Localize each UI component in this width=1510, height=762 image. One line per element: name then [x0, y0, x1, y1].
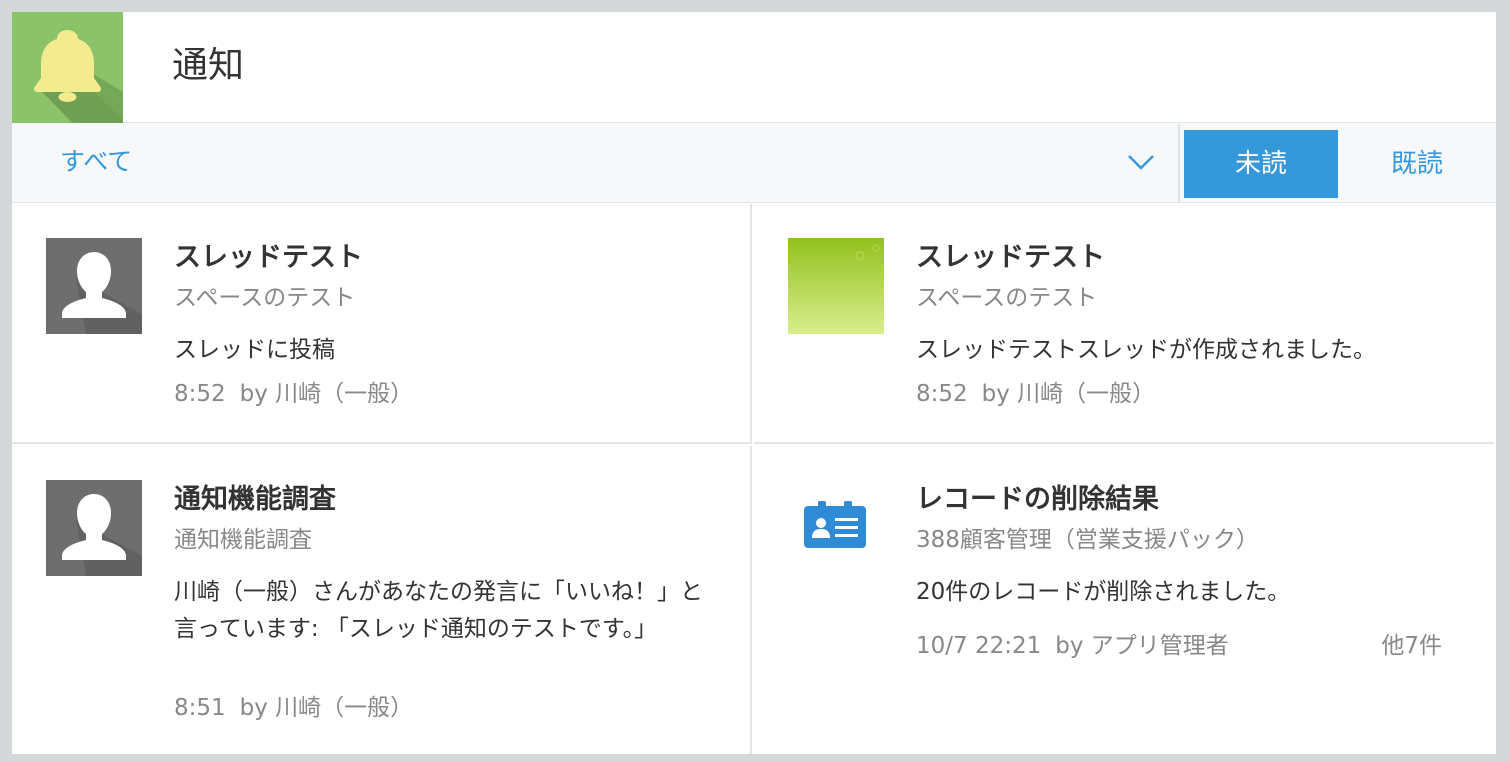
notification-space: スペースのテスト	[174, 285, 356, 311]
notification-title: スレッドテスト	[174, 242, 363, 273]
notification-space: スペースのテスト	[916, 285, 1098, 311]
tab-unread[interactable]: 未読	[1184, 130, 1338, 198]
notification-author: by 川崎（一般）	[239, 695, 414, 721]
notification-space: 通知機能調査	[174, 527, 312, 553]
filter-bar: すべて 未読 既読	[12, 123, 1496, 203]
user-silhouette-icon	[46, 238, 142, 334]
notification-space: 388顧客管理（営業支援パック）	[916, 527, 1259, 553]
notification-author: by 川崎（一般）	[981, 381, 1156, 407]
user-silhouette-icon	[46, 480, 142, 576]
notification-meta: 8:51 by 川崎（一般）	[174, 692, 413, 724]
notification-title: レコードの削除結果	[916, 484, 1159, 515]
notification-message: スレッドテストスレッドが作成されました。	[916, 337, 1376, 363]
notification-meta: 8:52 by 川崎（一般）	[916, 378, 1155, 410]
notification-meta: 8:52 by 川崎（一般）	[174, 378, 413, 410]
notification-item[interactable]: スレッドテスト スペースのテスト スレッドに投稿 8:52 by 川崎（一般）	[12, 204, 752, 444]
more-count-badge[interactable]: 他7件	[1381, 630, 1442, 662]
notification-item[interactable]: スレッドテスト スペースのテスト スレッドテストスレッドが作成されました。 8:…	[754, 204, 1494, 444]
notification-time: 8:51	[174, 695, 226, 721]
chevron-down-icon	[1128, 155, 1154, 170]
notification-header: 通知	[12, 12, 1496, 123]
contact-card-icon	[788, 480, 884, 576]
filter-divider	[1178, 123, 1180, 202]
notification-meta: 10/7 22:21 by アプリ管理者	[916, 630, 1229, 662]
notification-item[interactable]: 通知機能調査 通知機能調査 川崎（一般）さんがあなたの発言に「いいね！」と言って…	[12, 446, 752, 754]
notification-message: 川崎（一般）さんがあなたの発言に「いいね！」と言っています: 「スレッド通知のテ…	[174, 579, 703, 642]
filter-dropdown[interactable]: すべて	[12, 123, 1178, 202]
notification-title: スレッドテスト	[916, 242, 1105, 273]
notification-message: スレッドに投稿	[174, 337, 335, 363]
notification-panel: 通知 すべて 未読 既読 スレッドテスト スペースのテスト スレッドに投稿 8:…	[12, 12, 1496, 754]
filter-selected-label: すべて	[60, 147, 133, 176]
bell-icon	[12, 12, 123, 123]
tab-read[interactable]: 既読	[1338, 130, 1496, 198]
space-cover-image	[788, 238, 884, 334]
notification-author: by アプリ管理者	[1055, 633, 1229, 659]
notification-title: 通知機能調査	[174, 484, 336, 515]
notification-message: 20件のレコードが削除されました。	[916, 579, 1291, 605]
notification-author: by 川崎（一般）	[239, 381, 414, 407]
notification-time: 8:52	[916, 381, 968, 407]
notification-time: 10/7 22:21	[916, 633, 1042, 659]
notification-item[interactable]: レコードの削除結果 388顧客管理（営業支援パック） 20件のレコードが削除され…	[754, 446, 1494, 754]
notification-time: 8:52	[174, 381, 226, 407]
page-title: 通知	[172, 45, 245, 86]
